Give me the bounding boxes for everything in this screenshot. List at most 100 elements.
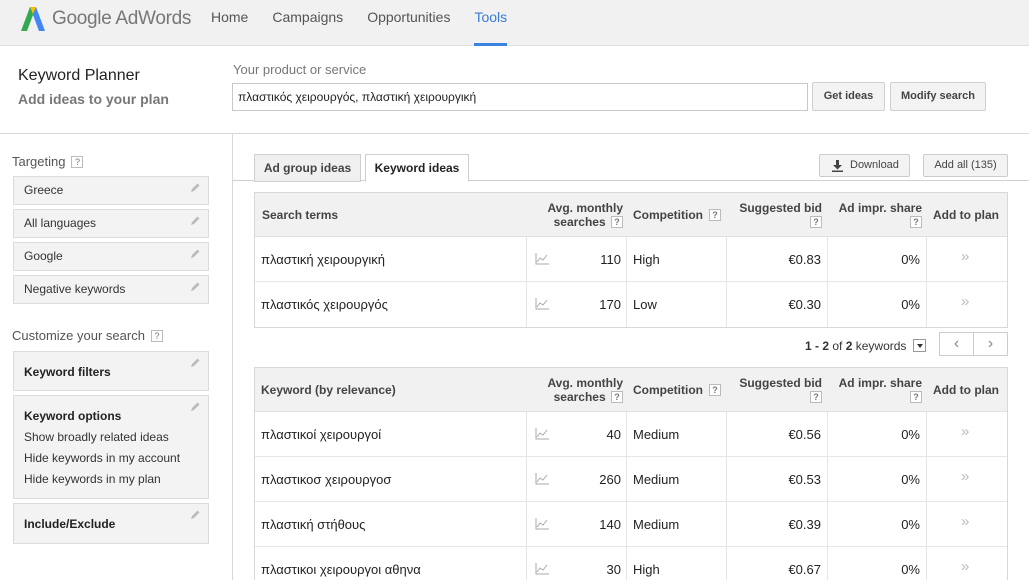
pencil-icon[interactable] — [189, 357, 201, 369]
add-to-plan-icon[interactable]: » — [961, 547, 969, 580]
help-icon[interactable]: ? — [910, 391, 922, 403]
targeting-negative-keywords[interactable]: Negative keywords — [13, 275, 209, 304]
col-suggested-bid[interactable]: Suggested bid? — [725, 193, 822, 237]
col-avg-monthly[interactable]: Avg. monthly searches ? — [525, 368, 623, 412]
row-competition: Medium — [633, 472, 680, 487]
pencil-icon[interactable] — [189, 215, 201, 227]
col-keyword-relevance[interactable]: Keyword (by relevance) — [261, 368, 396, 412]
pencil-icon[interactable] — [189, 248, 201, 260]
include-exclude-box[interactable]: Include/Exclude — [13, 503, 209, 544]
page-size-dropdown[interactable] — [913, 339, 926, 352]
row-share: 0% — [901, 252, 920, 267]
row-share: 0% — [901, 297, 920, 312]
keyword-options-box[interactable]: Keyword options Show broadly related ide… — [13, 395, 209, 499]
row-competition: High — [633, 252, 660, 267]
row-share: 0% — [901, 427, 920, 442]
pencil-icon[interactable] — [189, 281, 201, 293]
add-to-plan-icon[interactable]: » — [961, 502, 969, 547]
help-icon[interactable]: ? — [611, 391, 623, 403]
add-to-plan-icon[interactable]: » — [961, 412, 969, 457]
col-add-to-plan: Add to plan — [933, 208, 999, 222]
targeting-location[interactable]: Greece — [13, 176, 209, 205]
search-terms-table: Search terms Avg. monthly searches ? Comp… — [254, 192, 1008, 328]
help-icon[interactable]: ? — [810, 216, 822, 228]
table-row: πλαστικοί χειρουργοί 40 Medium €0.56 0% … — [255, 412, 1007, 457]
col-competition[interactable]: Competition? — [633, 193, 721, 237]
help-icon[interactable]: ? — [709, 209, 721, 221]
keyword-ideas-body: πλαστικοί χειρουργοί 40 Medium €0.56 0% … — [255, 412, 1007, 580]
row-term: πλαστικοί χειρουργοί — [261, 427, 382, 442]
table-header: Keyword (by relevance) Avg. monthly searc… — [255, 368, 1007, 412]
logo-text: Google AdWords — [52, 8, 192, 29]
next-page-button[interactable]: › — [973, 332, 1008, 356]
targeting-negative-label: Negative keywords — [24, 282, 126, 296]
col-search-terms[interactable]: Search terms — [262, 193, 338, 237]
col-ad-impr-share[interactable]: Ad impr. share? — [825, 368, 922, 412]
add-all-button[interactable]: Add all (135) — [923, 154, 1008, 177]
help-icon[interactable]: ? — [71, 156, 84, 168]
adwords-logo-icon — [21, 7, 45, 31]
targeting-network[interactable]: Google — [13, 242, 209, 271]
nav-home[interactable]: Home — [199, 0, 260, 46]
table-row: πλαστικός χειρουργός 170 Low €0.30 0% » — [255, 282, 1007, 327]
col-add-to-plan: Add to plan — [933, 383, 999, 397]
add-to-plan-icon[interactable]: » — [961, 237, 969, 282]
main-nav: Home Campaigns Opportunities Tools — [199, 0, 519, 46]
row-bid: €0.39 — [788, 517, 821, 532]
keyword-options-label: Keyword options — [24, 409, 122, 423]
row-searches: 110 — [600, 252, 621, 267]
nav-opportunities[interactable]: Opportunities — [355, 0, 462, 46]
row-share: 0% — [901, 562, 920, 577]
trend-chart-icon[interactable] — [535, 428, 549, 440]
modify-search-button[interactable]: Modify search — [890, 82, 986, 111]
download-icon — [832, 160, 843, 172]
col-suggested-bid[interactable]: Suggested bid? — [725, 368, 822, 412]
get-ideas-button[interactable]: Get ideas — [812, 82, 885, 111]
keyword-filters-box[interactable]: Keyword filters — [13, 351, 209, 391]
pencil-icon[interactable] — [189, 182, 201, 194]
tab-ad-group-ideas[interactable]: Ad group ideas — [254, 154, 361, 182]
trend-chart-icon[interactable] — [535, 253, 549, 265]
help-icon[interactable]: ? — [611, 216, 623, 228]
adwords-logo[interactable]: Google AdWords — [20, 4, 191, 34]
row-term: πλαστικός χειρουργός — [261, 297, 388, 312]
help-icon[interactable]: ? — [150, 330, 163, 342]
row-bid: €0.67 — [788, 562, 821, 577]
prev-page-button[interactable]: ‹ — [939, 332, 974, 356]
row-share: 0% — [901, 472, 920, 487]
top-bar: Google AdWords Home Campaigns Opportunit… — [0, 0, 1029, 46]
download-button[interactable]: Download — [819, 154, 910, 177]
targeting-location-label: Greece — [24, 183, 64, 197]
help-icon[interactable]: ? — [709, 384, 721, 396]
col-avg-monthly[interactable]: Avg. monthly searches ? — [525, 193, 623, 237]
nav-campaigns[interactable]: Campaigns — [260, 0, 355, 46]
table-header: Search terms Avg. monthly searches ? Comp… — [255, 193, 1007, 237]
trend-chart-icon[interactable] — [535, 298, 549, 310]
product-label: Your product or service — [233, 62, 367, 77]
customize-heading: Customize your search? — [12, 328, 163, 343]
add-to-plan-icon[interactable]: » — [961, 457, 969, 502]
targeting-heading: Targeting? — [12, 154, 84, 169]
nav-tools[interactable]: Tools — [462, 0, 519, 46]
pencil-icon[interactable] — [189, 509, 201, 521]
help-icon[interactable]: ? — [810, 391, 822, 403]
col-competition[interactable]: Competition? — [633, 368, 721, 412]
help-icon[interactable]: ? — [910, 216, 922, 228]
tab-keyword-ideas[interactable]: Keyword ideas — [365, 154, 469, 182]
row-term: πλαστική χειρουργική — [261, 252, 385, 267]
table-row: πλαστική στήθους 140 Medium €0.39 0% » — [255, 502, 1007, 547]
targeting-language[interactable]: All languages — [13, 209, 209, 238]
keyword-filters-label: Keyword filters — [24, 365, 111, 379]
trend-chart-icon[interactable] — [535, 473, 549, 485]
product-input[interactable] — [232, 83, 808, 111]
row-bid: €0.56 — [788, 427, 821, 442]
add-to-plan-icon[interactable]: » — [961, 282, 969, 327]
col-ad-impr-share[interactable]: Ad impr. share? — [825, 193, 922, 237]
row-competition: Medium — [633, 427, 680, 442]
row-term: πλαστική στήθους — [261, 517, 366, 532]
trend-chart-icon[interactable] — [535, 518, 549, 530]
sidebar: Targeting? Greece All languages Google N… — [0, 134, 233, 580]
pencil-icon[interactable] — [189, 401, 201, 413]
row-searches: 40 — [606, 427, 621, 442]
trend-chart-icon[interactable] — [535, 563, 549, 575]
